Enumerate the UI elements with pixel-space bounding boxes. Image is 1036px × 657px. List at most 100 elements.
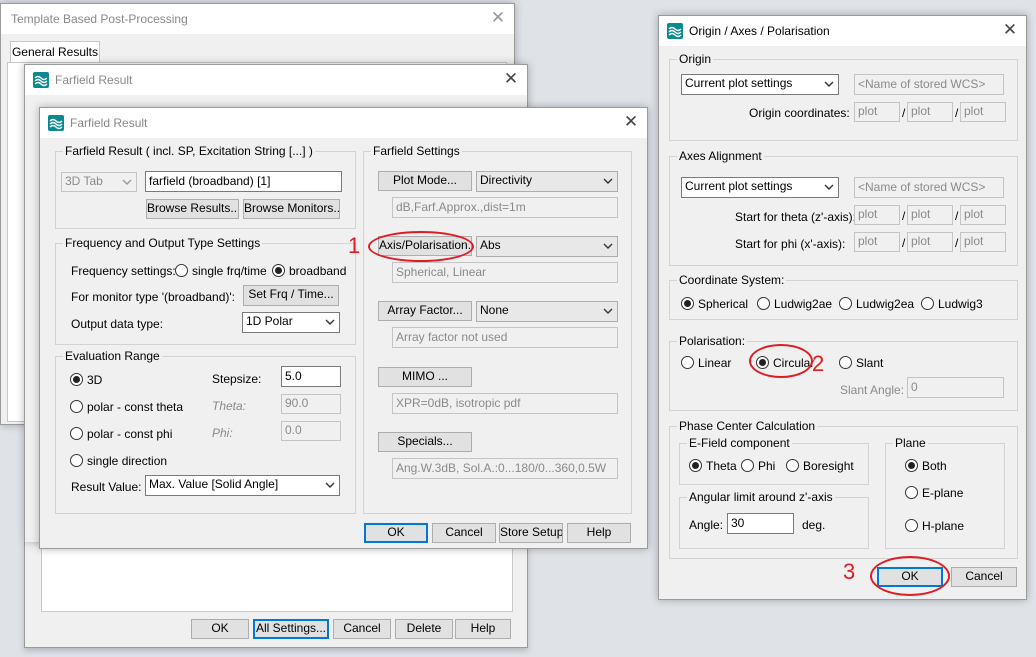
theta-y-field: plot (907, 205, 953, 225)
axes-alignment-select[interactable]: Current plot settings (681, 177, 839, 198)
eval-3d-label: 3D (87, 373, 103, 387)
browse-results-button[interactable]: Browse Results... (146, 199, 239, 219)
group-label: Frequency and Output Type Settings (63, 236, 263, 250)
angle-label: Angle: (689, 518, 724, 532)
close-icon[interactable]: ✕ (488, 8, 508, 28)
theta-x-field: plot (854, 205, 900, 225)
array-factor-select[interactable]: None (476, 301, 618, 322)
group-label: Coordinate System: (677, 273, 787, 287)
cs-spherical-radio[interactable] (681, 297, 694, 310)
annotation-ellipse-ok (870, 556, 950, 596)
ef-theta-radio[interactable] (689, 459, 702, 472)
cancel-button[interactable]: Cancel (951, 567, 1017, 587)
origin-axes-polarisation-window: Origin / Axes / Polarisation ✕ Origin Cu… (658, 15, 1027, 600)
output-data-type-select[interactable]: 1D Polar (242, 312, 340, 333)
stepsize-field[interactable]: 5.0 (281, 366, 341, 387)
pol-linear-radio[interactable] (681, 356, 694, 369)
cancel-button[interactable]: Cancel (432, 523, 496, 543)
result-value-value: Max. Value [Solid Angle] (149, 477, 279, 491)
cancel-button[interactable]: Cancel (333, 619, 391, 639)
ok-button[interactable]: OK (191, 619, 249, 639)
eval-3d-radio[interactable] (70, 373, 83, 386)
pol-slant-radio[interactable] (839, 356, 852, 369)
ef-phi-radio[interactable] (741, 459, 754, 472)
axes-stored-wcs-text: <Name of stored WCS> (858, 180, 986, 194)
origin-x-value: plot (858, 104, 878, 118)
ef-boresight-label: Boresight (803, 459, 854, 473)
axis-polarisation-select[interactable]: Abs (476, 236, 618, 257)
chevron-down-icon (824, 183, 834, 191)
cs-ludwig3-label: Ludwig3 (938, 297, 983, 311)
plane-e-radio[interactable] (905, 486, 918, 499)
array-factor-button[interactable]: Array Factor... (378, 301, 472, 321)
result-value-select[interactable]: Max. Value [Solid Angle] (145, 475, 340, 496)
annotation-2: 2 (812, 351, 825, 376)
pol-slant-label: Slant (856, 356, 884, 370)
cs-ludwig2ea-radio[interactable] (839, 297, 852, 310)
ef-boresight-radio[interactable] (786, 459, 799, 472)
mimo-summary-text: XPR=0dB, isotropic pdf (396, 396, 521, 410)
origin-select-value: Current plot settings (685, 76, 793, 90)
single-frq-label: single frq/time (192, 264, 267, 278)
specials-button[interactable]: Specials... (378, 432, 472, 452)
close-icon[interactable]: ✕ (501, 69, 521, 89)
array-factor-summary: Array factor not used (392, 327, 618, 348)
chevron-down-icon (122, 178, 132, 186)
single-frq-radio[interactable] (175, 264, 188, 277)
phi-x-value: plot (858, 234, 878, 248)
origin-select[interactable]: Current plot settings (681, 74, 839, 95)
eval-const-phi-radio[interactable] (70, 427, 83, 440)
pol-linear-label: Linear (698, 356, 732, 370)
close-icon[interactable]: ✕ (621, 112, 641, 132)
farfield-result-window: Farfield Result ✕ Farfield Result ( incl… (39, 107, 648, 549)
plane-h-radio[interactable] (905, 519, 918, 532)
help-button[interactable]: Help (455, 619, 511, 639)
array-factor-label: Array Factor... (387, 303, 463, 317)
tab-general-results[interactable]: General Results (10, 41, 100, 63)
angle-field[interactable]: 30 (727, 513, 794, 534)
phi-x-field: plot (854, 232, 900, 252)
title-bar: Origin / Axes / Polarisation ✕ (659, 16, 1026, 46)
delete-button[interactable]: Delete (395, 619, 453, 639)
phi-field: 0.0 (281, 421, 341, 441)
all-settings-button[interactable]: All Settings... (253, 619, 329, 639)
store-setup-button[interactable]: Store Setup (499, 523, 563, 543)
mimo-summary: XPR=0dB, isotropic pdf (392, 393, 618, 414)
ok-button[interactable]: OK (364, 523, 428, 543)
plot-mode-summary-text: dB,Farf.Approx.,dist=1m (396, 200, 526, 214)
plot-mode-select[interactable]: Directivity (476, 171, 618, 192)
broadband-radio[interactable] (272, 264, 285, 277)
plane-both-radio[interactable] (905, 459, 918, 472)
cs-ludwig2ae-radio[interactable] (757, 297, 770, 310)
eval-const-theta-radio[interactable] (70, 400, 83, 413)
slash-separator: / (902, 209, 906, 223)
cancel-label: Cancel (965, 569, 1003, 583)
origin-stored-wcs-field: <Name of stored WCS> (854, 74, 1004, 95)
axis-polarisation-value: Abs (480, 238, 501, 252)
origin-z-field: plot (960, 102, 1006, 122)
browse-monitors-button[interactable]: Browse Monitors... (243, 199, 340, 219)
results-list[interactable] (41, 540, 513, 612)
cs-ludwig3-radio[interactable] (921, 297, 934, 310)
plot-mode-button[interactable]: Plot Mode... (378, 171, 472, 191)
eval-single-direction-radio[interactable] (70, 454, 83, 467)
output-data-type-value: 1D Polar (246, 314, 293, 328)
eval-const-theta-label: polar - const theta (87, 400, 184, 414)
phi-z-field: plot (960, 232, 1006, 252)
help-button[interactable]: Help (567, 523, 631, 543)
farfield-name-field[interactable]: farfield (broadband) [1] (145, 171, 342, 192)
origin-coordinates-label: Origin coordinates: (749, 106, 850, 120)
result-value-label: Result Value: (71, 480, 142, 494)
close-icon[interactable]: ✕ (1000, 20, 1020, 40)
theta-x-value: plot (858, 207, 878, 221)
start-theta-label: Start for theta (z'-axis): (735, 210, 856, 224)
mimo-button[interactable]: MIMO ... (378, 367, 472, 387)
browse-results-label: Browse Results... (147, 201, 239, 215)
slant-angle-value: 0 (911, 380, 918, 394)
chevron-down-icon (325, 481, 335, 489)
slash-separator: / (955, 209, 959, 223)
ok-label: OK (387, 525, 405, 539)
help-label: Help (586, 525, 612, 539)
set-frq-time-button[interactable]: Set Frq / Time... (243, 285, 339, 306)
array-factor-summary-text: Array factor not used (396, 330, 508, 344)
